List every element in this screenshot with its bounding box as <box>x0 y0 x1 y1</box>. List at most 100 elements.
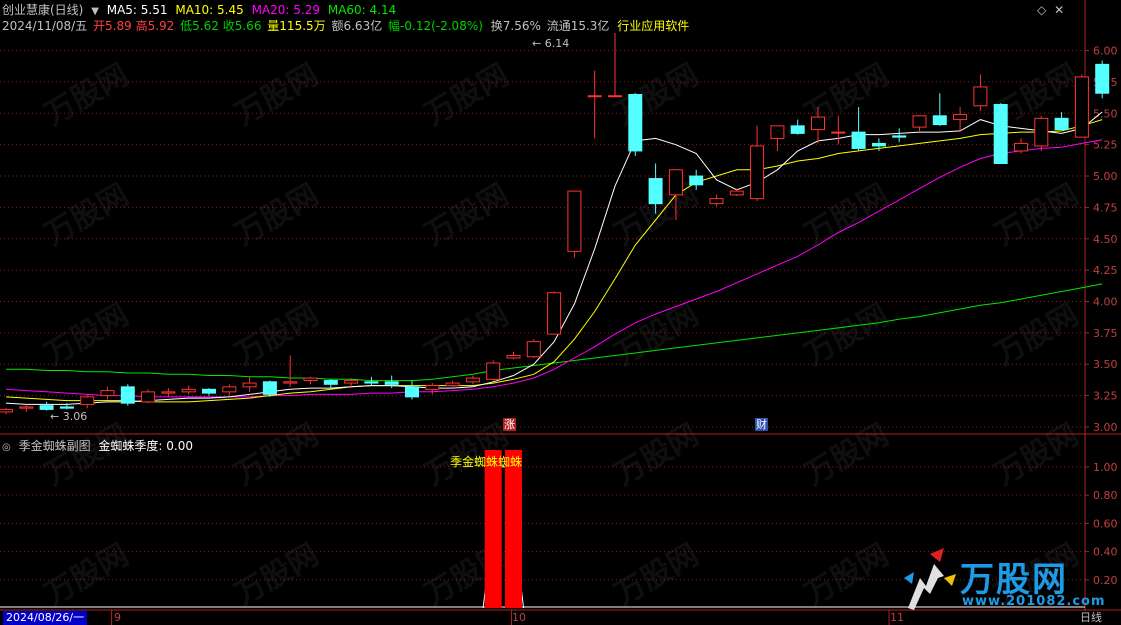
candle-body-down <box>1095 63 1110 94</box>
stock-chart[interactable]: 3.003.253.503.754.004.254.504.755.005.25… <box>0 0 1121 625</box>
quote-turnover: 换7.56% <box>490 19 541 33</box>
y-tick-label: 3.75 <box>1093 327 1118 340</box>
signal-bar <box>505 450 522 608</box>
candle-body-up <box>161 391 176 394</box>
ma20-label: MA20: 5.29 <box>251 3 321 17</box>
candle-body-down <box>648 178 663 205</box>
candle-body-up <box>19 406 34 409</box>
y-tick-label: 4.50 <box>1093 233 1118 246</box>
quote-close: 收5.66 <box>222 19 262 33</box>
month-tick-9: 9 <box>114 611 121 624</box>
site-logo: 万股网 www.201082.com <box>900 548 1105 618</box>
y-tick-label: 3.25 <box>1093 390 1118 403</box>
zhang-marker[interactable]: 涨 <box>503 418 516 431</box>
low-value: 3.06 <box>62 410 88 423</box>
candle-body-up <box>242 382 257 388</box>
candle-body-down <box>405 386 419 398</box>
candle-body-up <box>181 388 196 393</box>
candle-body-up <box>973 86 988 107</box>
y-tick-label: 3.00 <box>1093 421 1118 434</box>
candle-body-down <box>871 142 886 147</box>
candle-body-up <box>811 116 825 131</box>
candle-body-up <box>709 198 724 205</box>
candle-body-down <box>1054 117 1069 131</box>
candle-body-up <box>587 95 602 98</box>
close-icon[interactable]: ✕ <box>1054 3 1064 17</box>
candle-body-up <box>729 190 744 196</box>
candle-body-down <box>790 125 805 134</box>
ma5-label: MA5: 5.51 <box>106 3 168 17</box>
window-controls: ◇ ✕ <box>1037 3 1068 17</box>
y-tick-label: 6.00 <box>1093 45 1118 58</box>
candle-body-up <box>831 131 846 134</box>
month-tick-10: 10 <box>512 611 526 624</box>
quote-open: 开5.89 <box>93 19 132 33</box>
quote-amount: 额6.63亿 <box>331 19 383 33</box>
candle-body-down <box>932 115 947 126</box>
candle-body-down <box>59 406 74 409</box>
sub-panel-value: 金蜘蛛季度: 0.00 <box>98 439 193 453</box>
candle-body-up <box>303 377 318 382</box>
sub-y-tick-label: 0.60 <box>1093 517 1118 530</box>
ma60-label: MA60: 4.14 <box>327 3 397 17</box>
candle-body-down <box>689 175 704 186</box>
quote-date: 2024/11/08/五 <box>2 19 88 33</box>
quote-float: 流通15.3亿 <box>546 19 610 33</box>
candle-body-up <box>141 391 156 403</box>
candle-body-up <box>608 95 622 98</box>
quote-info: 2024/11/08/五 开5.89 高5.92 低5.62 收5.66 量11… <box>2 17 693 34</box>
cai-marker[interactable]: 财 <box>755 418 768 431</box>
candle-body-up <box>486 362 501 380</box>
candle-body-up <box>80 396 95 405</box>
dropdown-icon[interactable]: ▼ <box>91 6 99 17</box>
sub-y-tick-label: 0.80 <box>1093 489 1118 502</box>
sub-y-tick-label: 1.00 <box>1093 461 1118 474</box>
high-annotation: ← 6.14 <box>532 37 570 50</box>
y-tick-label: 4.75 <box>1093 201 1118 214</box>
candle-body-up <box>750 145 765 200</box>
diamond-icon[interactable]: ◇ <box>1037 3 1046 17</box>
candle-body-down <box>364 381 379 384</box>
ma5-line <box>5 111 1103 405</box>
candle-body-up <box>465 377 480 383</box>
signal-bar <box>484 450 502 608</box>
candle-body-up <box>770 125 785 139</box>
candle-body-down <box>262 381 277 395</box>
candle-body-up <box>953 114 968 121</box>
logo-arrows-icon <box>904 548 956 610</box>
signal-label: 季金蜘蛛蜘蛛 <box>450 455 523 469</box>
y-tick-label: 4.25 <box>1093 264 1118 277</box>
candle-body-down <box>628 93 643 152</box>
candle-body-up <box>445 382 460 387</box>
ma10-label: MA10: 5.45 <box>175 3 244 17</box>
candle-body-down <box>384 381 399 385</box>
y-tick-label: 3.50 <box>1093 358 1118 371</box>
candle-body-down <box>323 380 338 385</box>
quote-high: 高5.92 <box>135 19 175 33</box>
candle-body-up <box>344 380 359 384</box>
stock-name: 创业慧康(日线) <box>2 3 84 17</box>
candle-body-up <box>222 386 237 393</box>
candle-body-up <box>506 354 521 359</box>
candle-body-down <box>993 104 1008 164</box>
ma10-line <box>5 119 1103 403</box>
candle-body-up <box>100 390 115 397</box>
y-tick-label: 4.00 <box>1093 296 1118 309</box>
candle-body-up <box>1074 76 1089 138</box>
candle-body-down <box>39 405 54 410</box>
candle-body-down <box>892 135 907 138</box>
candle-body-up <box>567 190 582 252</box>
candle-body-up <box>912 115 927 128</box>
candle-body-up <box>547 292 562 335</box>
candle-body-up <box>526 341 541 358</box>
cursor-date-box: 2024/08/26/一 <box>3 611 88 625</box>
gear-icon[interactable]: ◎ <box>2 442 11 453</box>
candle-body-up <box>425 385 440 390</box>
y-tick-label: 5.00 <box>1093 170 1118 183</box>
quote-low: 低5.62 <box>180 19 219 33</box>
candle-body-down <box>202 388 216 394</box>
chart-header: 创业慧康(日线) ▼ MA5: 5.51 MA10: 5.45 MA20: 5.… <box>2 1 400 18</box>
candle-body-up <box>0 408 13 413</box>
candle-body-up <box>1014 142 1028 152</box>
candle-body-up <box>1034 117 1049 147</box>
